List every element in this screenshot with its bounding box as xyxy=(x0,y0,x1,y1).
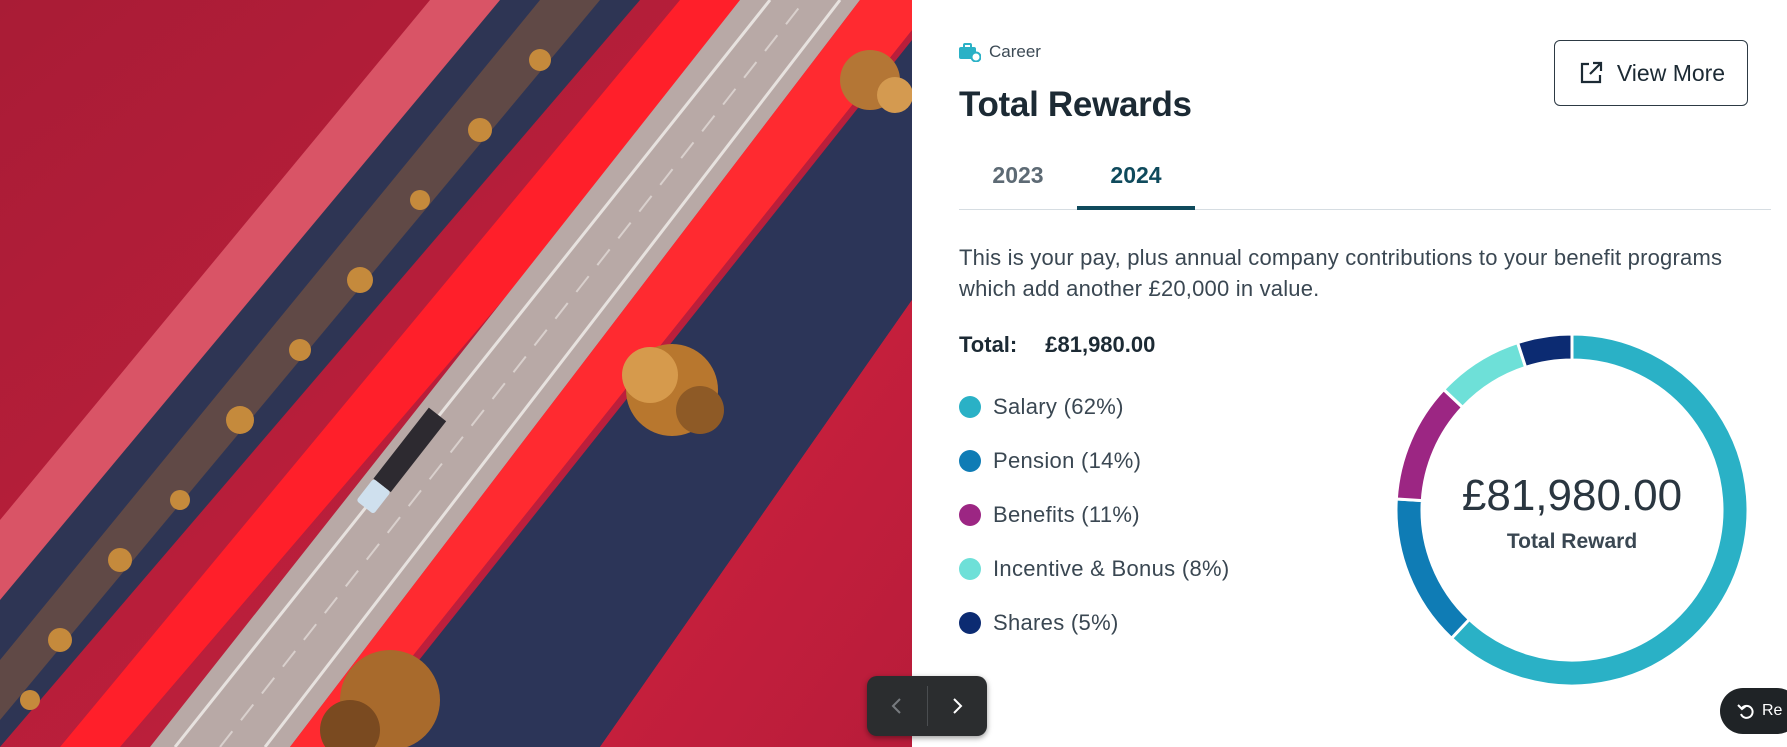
legend-item-pension: Pension (14%) xyxy=(959,434,1230,488)
total-rewards-card: Career Total Rewards View More 2023 2024… xyxy=(912,0,1787,747)
external-link-icon xyxy=(1580,61,1602,84)
view-more-label: View More xyxy=(1616,59,1726,86)
donut-center-label: Total Reward xyxy=(1507,530,1637,553)
legend-swatch xyxy=(959,612,981,634)
legend-item-incentive-bonus: Incentive & Bonus (8%) xyxy=(959,542,1230,596)
year-tabs: 2023 2024 xyxy=(959,156,1771,210)
reset-pill-button[interactable]: Re xyxy=(1720,688,1787,734)
tab-2023[interactable]: 2023 xyxy=(959,162,1077,207)
legend-swatch xyxy=(959,396,981,418)
card-eyebrow: Career xyxy=(957,42,1041,62)
eyebrow-label: Career xyxy=(989,42,1041,61)
total-row: Total: £81,980.00 xyxy=(959,332,1155,358)
donut-segment-benefits xyxy=(1394,387,1465,503)
hero-photo xyxy=(0,0,912,747)
legend-label: Shares (5%) xyxy=(993,610,1119,635)
undo-icon xyxy=(1737,704,1754,719)
donut-segment-incentive-bonus xyxy=(1441,340,1528,410)
next-button[interactable] xyxy=(928,676,988,736)
legend-swatch xyxy=(959,450,981,472)
rewards-donut-chart: £81,980.00 Total Reward xyxy=(1394,332,1750,688)
legend-swatch xyxy=(959,504,981,526)
chevron-right-icon xyxy=(953,698,963,714)
donut-center-value: £81,980.00 xyxy=(1462,471,1682,520)
legend-label: Pension (14%) xyxy=(993,448,1142,473)
rewards-description: This is your pay, plus annual company co… xyxy=(959,245,1723,301)
prev-button[interactable] xyxy=(867,676,927,736)
total-label: Total: xyxy=(959,332,1018,357)
donut-segment-shares xyxy=(1515,332,1574,370)
rewards-legend: Salary (62%) Pension (14%) Benefits (11%… xyxy=(959,380,1230,650)
carousel-nav xyxy=(867,676,987,736)
tab-2024[interactable]: 2024 xyxy=(1077,162,1195,210)
briefcase-icon xyxy=(959,43,981,62)
chevron-left-icon xyxy=(891,698,901,714)
pill-label: Re xyxy=(1762,702,1783,719)
legend-item-benefits: Benefits (11%) xyxy=(959,488,1230,542)
view-more-button[interactable]: View More xyxy=(1554,40,1748,106)
donut-segment-pension xyxy=(1394,497,1472,641)
legend-item-salary: Salary (62%) xyxy=(959,380,1230,434)
legend-label: Benefits (11%) xyxy=(993,502,1140,527)
legend-label: Salary (62%) xyxy=(993,394,1124,419)
card-title: Total Rewards xyxy=(959,85,1192,124)
aerial-road-image xyxy=(0,0,912,747)
total-value: £81,980.00 xyxy=(1045,332,1156,357)
legend-item-shares: Shares (5%) xyxy=(959,596,1230,650)
legend-swatch xyxy=(959,558,981,580)
legend-label: Incentive & Bonus (8%) xyxy=(993,556,1230,581)
